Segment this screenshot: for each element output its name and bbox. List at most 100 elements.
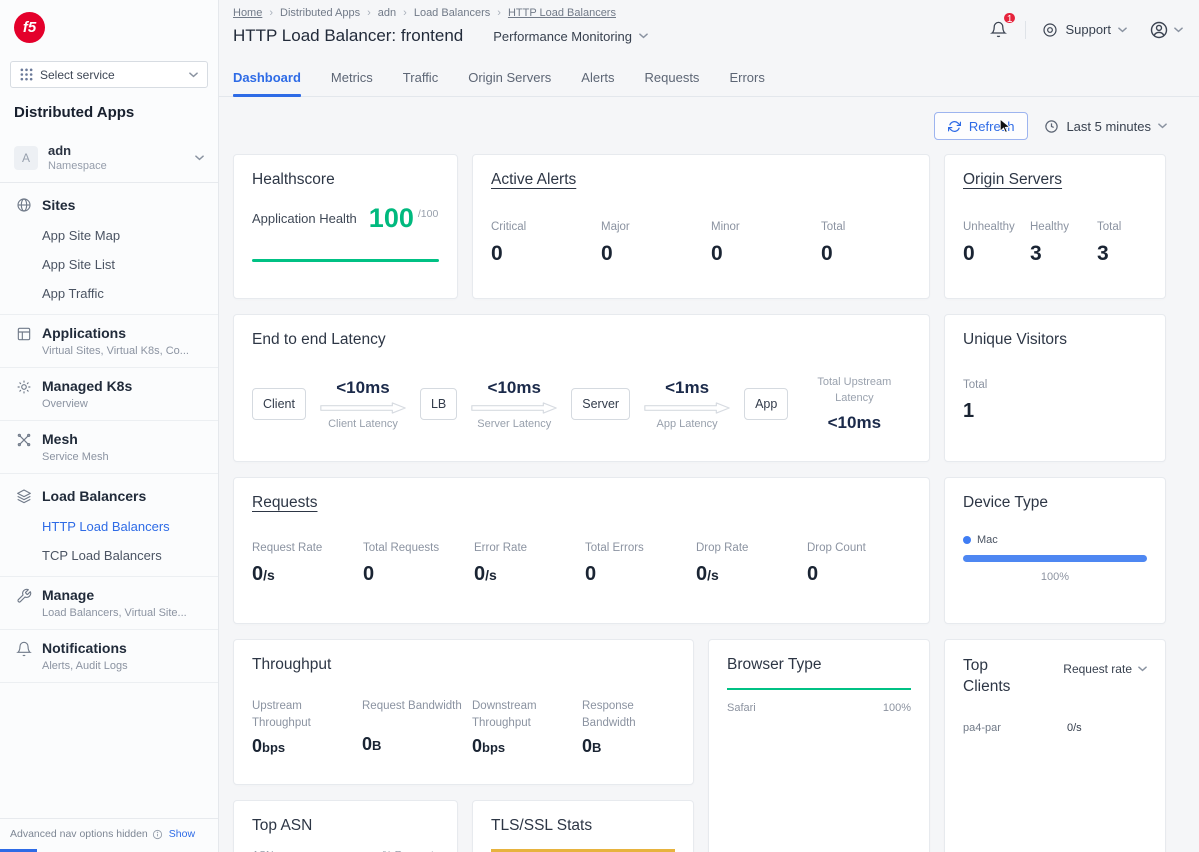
layers-icon [16, 488, 32, 504]
refresh-button[interactable]: Refresh [934, 112, 1029, 140]
tab-requests[interactable]: Requests [645, 58, 700, 96]
stat-value: 0 [491, 242, 601, 266]
stat-value: 0bps [252, 736, 356, 757]
f5-logo[interactable]: f5 [14, 12, 45, 43]
stat-total-requests: Total Requests 0 [363, 542, 474, 586]
sidebar-item-sites[interactable]: Sites [0, 189, 218, 221]
sidebar-item-applications[interactable]: Applications Virtual Sites, Virtual K8s,… [0, 315, 218, 368]
sidebar-item-mesh[interactable]: Mesh Service Mesh [0, 421, 218, 474]
healthscore-denominator: /100 [418, 208, 438, 220]
notification-badge: 1 [1002, 11, 1018, 25]
header-divider [1025, 21, 1026, 39]
stat-error-rate: Error Rate 0/s [474, 542, 585, 586]
chevron-down-icon [1118, 27, 1127, 33]
sidebar-applications-label: Applications [42, 325, 189, 341]
tab-errors[interactable]: Errors [729, 58, 764, 96]
time-range-dropdown[interactable]: Last 5 minutes [1044, 119, 1167, 134]
stat-label: Downstream Throughput [472, 698, 576, 731]
sidebar-item-notifications[interactable]: Notifications Alerts, Audit Logs [0, 630, 218, 683]
latency-label: Client Latency [328, 418, 398, 430]
unique-visitors-title: Unique Visitors [963, 331, 1147, 349]
sidebar-applications-sub: Virtual Sites, Virtual K8s, Co... [42, 345, 189, 357]
stat-total-origins: Total 3 [1097, 221, 1164, 266]
origin-servers-title[interactable]: Origin Servers [963, 171, 1147, 189]
unique-visitors-label: Total [963, 379, 1147, 391]
monitoring-dropdown-label: Performance Monitoring [493, 29, 632, 44]
stat-value: 0/s [696, 563, 807, 586]
latency-total-label: Total Upstream Latency [804, 375, 904, 407]
sidebar-item-managed-k8s[interactable]: Managed K8s Overview [0, 368, 218, 421]
globe-icon [16, 197, 32, 213]
stat-total-alerts: Total 0 [821, 221, 930, 266]
account-menu[interactable] [1149, 20, 1183, 40]
show-nav-link[interactable]: Show [169, 828, 195, 840]
latency-label: Server Latency [477, 418, 551, 430]
legend-dot-icon [963, 536, 971, 544]
breadcrumb-load-balancers[interactable]: Load Balancers [414, 7, 508, 19]
top-asn-card: Top ASN ASN % Requests [233, 800, 458, 852]
device-type-bar [963, 555, 1147, 562]
latency-hop-client: <10ms Client Latency [310, 378, 416, 430]
stat-label: Request Bandwidth [362, 698, 466, 729]
sidebar-item-app-site-map[interactable]: App Site Map [0, 221, 218, 250]
notifications-button[interactable]: 1 [988, 19, 1009, 40]
breadcrumb-namespace[interactable]: adn [378, 7, 414, 19]
monitoring-dropdown[interactable]: Performance Monitoring [493, 29, 648, 44]
f5-logo-text: f5 [23, 19, 36, 36]
stat-upstream-throughput: Upstream Throughput 0bps [252, 698, 356, 757]
stat-value: 0B [362, 734, 466, 755]
service-selector[interactable]: Select service [10, 61, 208, 88]
breadcrumb-distributed-apps[interactable]: Distributed Apps [280, 7, 378, 19]
namespace-meta: adn Namespace [48, 143, 185, 172]
top-clients-header: Top Clients Request rate [963, 656, 1147, 698]
support-label: Support [1065, 22, 1111, 37]
chevron-down-icon [1174, 27, 1183, 33]
browser-type-row: Safari 100% [727, 702, 911, 714]
namespace-selector[interactable]: A adn Namespace [0, 133, 218, 183]
time-range-label: Last 5 minutes [1066, 119, 1151, 134]
sidebar-item-tcp-load-balancers[interactable]: TCP Load Balancers [0, 541, 218, 570]
sidebar-applications-text: Applications Virtual Sites, Virtual K8s,… [42, 325, 189, 357]
sidebar-item-load-balancers[interactable]: Load Balancers [0, 480, 218, 512]
breadcrumb-home[interactable]: Home [233, 7, 280, 19]
stat-label: Minor [711, 221, 821, 233]
stat-label: Healthy [1030, 221, 1097, 233]
requests-title[interactable]: Requests [252, 494, 911, 512]
top-clients-rate: 0/s [1067, 722, 1147, 734]
healthscore-metric-label: Application Health [252, 211, 357, 226]
arrow-right-icon [470, 401, 558, 415]
top-clients-metric-dropdown[interactable]: Request rate [1063, 662, 1147, 676]
tab-traffic[interactable]: Traffic [403, 58, 438, 96]
throughput-stats: Upstream Throughput 0bps Request Bandwid… [252, 698, 675, 757]
tab-alerts[interactable]: Alerts [581, 58, 614, 96]
browser-type-label: Safari [727, 702, 756, 714]
latency-total-value: <10ms [804, 413, 904, 433]
healthscore-bar [252, 259, 439, 262]
stat-label: Drop Count [807, 542, 918, 554]
stat-value: 0/s [474, 563, 585, 586]
sidebar-group-load-balancers: Load Balancers HTTP Load Balancers TCP L… [0, 474, 218, 577]
tab-origin-servers[interactable]: Origin Servers [468, 58, 551, 96]
throughput-title: Throughput [252, 656, 675, 674]
dashboard-toolbar: Refresh Last 5 minutes [233, 112, 1167, 140]
sidebar-app-title: Distributed Apps [0, 104, 218, 121]
support-menu[interactable]: Support [1042, 22, 1127, 38]
chevron-down-icon [189, 72, 198, 78]
sidebar-notifications-text: Notifications Alerts, Audit Logs [42, 640, 128, 672]
sidebar-item-manage[interactable]: Manage Load Balancers, Virtual Site... [0, 577, 218, 630]
stat-healthy: Healthy 3 [1030, 221, 1097, 266]
sidebar-item-app-traffic[interactable]: App Traffic [0, 279, 218, 308]
wrench-icon [16, 588, 32, 619]
latency-value: <10ms [336, 378, 389, 398]
sidebar-item-app-site-list[interactable]: App Site List [0, 250, 218, 279]
stat-label: Upstream Throughput [252, 698, 356, 731]
tab-dashboard[interactable]: Dashboard [233, 58, 301, 96]
breadcrumb-http-load-balancers[interactable]: HTTP Load Balancers [508, 7, 616, 19]
sidebar-load-balancers-label: Load Balancers [42, 488, 146, 504]
browser-type-card: Browser Type Safari 100% [708, 639, 930, 852]
sidebar-item-http-load-balancers[interactable]: HTTP Load Balancers [0, 512, 218, 541]
active-alerts-title[interactable]: Active Alerts [491, 171, 911, 189]
latency-flow: Client <10ms Client Latency LB <10ms Ser… [252, 375, 911, 433]
tab-metrics[interactable]: Metrics [331, 58, 373, 96]
stat-value: 0 [821, 242, 930, 266]
